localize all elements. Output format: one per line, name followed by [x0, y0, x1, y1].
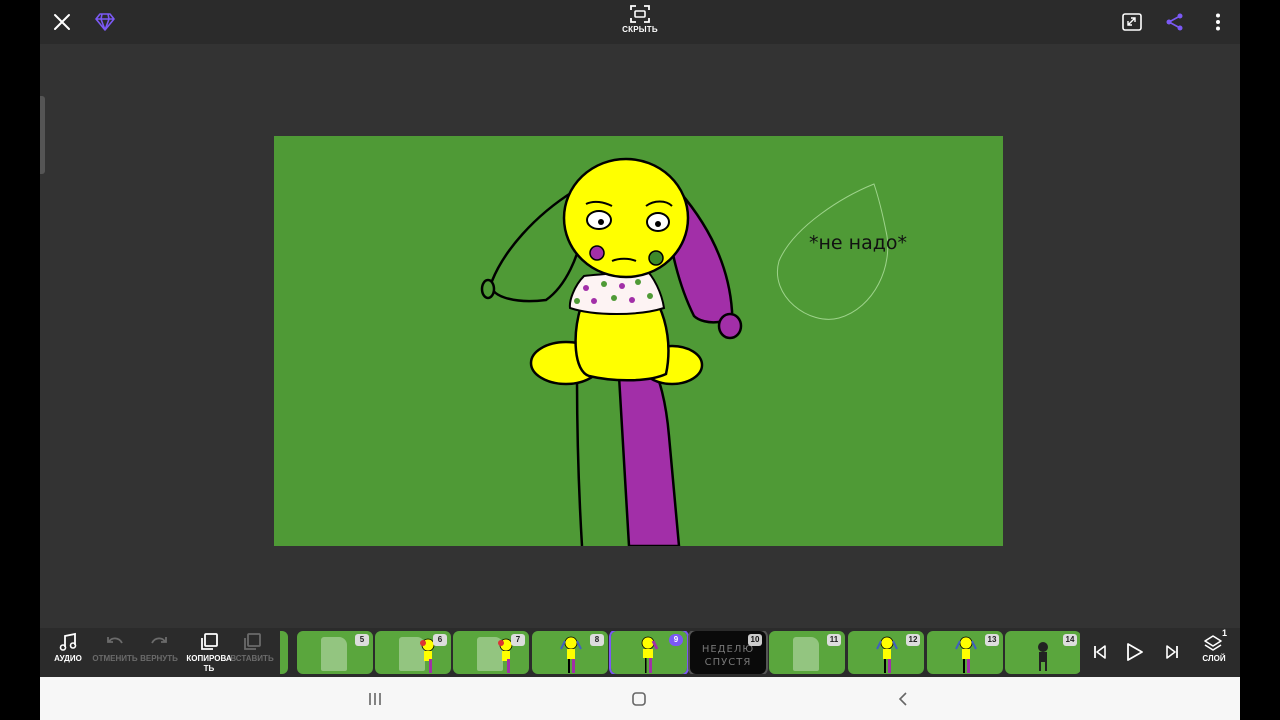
redo-icon: [151, 637, 167, 644]
frames-strip[interactable]: 5 6 7 8 9 НЕДЕЛЮ СПУСТЯ 10 11 12 13 14: [280, 631, 1080, 674]
layers-button[interactable]: 1 СЛОЙ: [1192, 628, 1236, 674]
top-toolbar: СКРЫТЬ: [40, 0, 1240, 44]
paste-label: ВСТАВИТЬ: [230, 654, 274, 663]
frame-thumbnail[interactable]: 7: [453, 631, 529, 674]
system-navigation-bar: [40, 677, 1240, 720]
frame-thumbnail[interactable]: 6: [375, 631, 451, 674]
undo-button[interactable]: ОТМЕНИТЬ: [92, 632, 138, 674]
frame-thumbnail[interactable]: 14: [1005, 631, 1080, 674]
copy-button[interactable]: КОПИРОВА ТЬ: [185, 632, 233, 674]
frame-thumbnail[interactable]: 11: [769, 631, 845, 674]
frame-number: 7: [511, 634, 525, 646]
copy-label: КОПИРОВА ТЬ: [186, 654, 232, 673]
expand-icon[interactable]: [1118, 8, 1146, 36]
layer-count: 1: [1221, 628, 1227, 638]
layers-icon: [1204, 635, 1222, 651]
back-icon[interactable]: [891, 689, 915, 709]
frame-thumbnail[interactable]: 12: [848, 631, 924, 674]
frame-thumbnail[interactable]: НЕДЕЛЮ СПУСТЯ 10: [688, 631, 768, 674]
skip-to-start-icon[interactable]: [1088, 640, 1112, 664]
frame-caption-line2: СПУСТЯ: [704, 657, 752, 668]
frame-figure: [1038, 642, 1048, 671]
paste-icon: [244, 633, 261, 650]
frame-preview: [321, 637, 347, 671]
drawing-artwork: [480, 157, 889, 546]
hide-label: СКРЫТЬ: [622, 25, 658, 34]
frame-figure: [560, 636, 582, 673]
layer-label: СЛОЙ: [1202, 654, 1226, 663]
music-note-icon: [59, 632, 77, 651]
frame-thumbnail[interactable]: 5: [297, 631, 373, 674]
diamond-icon[interactable]: [91, 8, 119, 36]
bottom-toolbar: АУДИО ОТМЕНИТЬ ВЕРНУТЬ КОПИРОВА ТЬ ВСТАВ…: [40, 628, 1240, 677]
frame-thumbnail[interactable]: 9: [609, 631, 689, 674]
frame-preview: [793, 637, 819, 671]
more-vertical-icon[interactable]: [1204, 8, 1232, 36]
frame-thumbnail[interactable]: 8: [532, 631, 608, 674]
frame-number: 9: [669, 634, 683, 646]
speech-text: *не надо*: [809, 232, 907, 254]
frame-figure: [955, 636, 977, 673]
close-icon[interactable]: [48, 8, 76, 36]
frame-number: 11: [827, 634, 841, 646]
play-icon[interactable]: [1122, 640, 1146, 664]
recent-apps-icon[interactable]: [363, 689, 387, 709]
frame-figure: [876, 636, 898, 673]
animation-editor: СКРЫТЬ *не надо* АУДИО ОТМЕНИТЬ ВЕРНУТЬ …: [40, 0, 1240, 677]
share-icon[interactable]: [1161, 8, 1189, 36]
home-icon[interactable]: [627, 689, 651, 709]
frame-thumbnail[interactable]: 13: [927, 631, 1003, 674]
skip-to-end-icon[interactable]: [1160, 640, 1184, 664]
frame-figure: [641, 636, 659, 673]
audio-button[interactable]: АУДИО: [46, 632, 90, 674]
frame-number: 12: [906, 634, 920, 646]
frame-thumbnail[interactable]: [280, 631, 288, 674]
frame-number: 6: [433, 634, 447, 646]
frame-number: 5: [355, 634, 369, 646]
hide-ui-button[interactable]: СКРЫТЬ: [615, 4, 665, 40]
undo-label: ОТМЕНИТЬ: [92, 654, 138, 663]
redo-button[interactable]: ВЕРНУТЬ: [137, 632, 181, 674]
undo-icon: [107, 637, 123, 644]
hide-icon: [630, 5, 650, 23]
drawing-canvas[interactable]: *не надо*: [274, 136, 1003, 546]
scroll-thumb[interactable]: [40, 96, 45, 174]
audio-label: АУДИО: [54, 654, 82, 663]
copy-icon: [201, 633, 218, 650]
paste-button[interactable]: ВСТАВИТЬ: [230, 632, 274, 674]
redo-label: ВЕРНУТЬ: [140, 654, 178, 663]
frame-number: 14: [1063, 634, 1077, 646]
frame-number: 13: [985, 634, 999, 646]
frame-number: 8: [590, 634, 604, 646]
frame-number: 10: [748, 634, 762, 646]
